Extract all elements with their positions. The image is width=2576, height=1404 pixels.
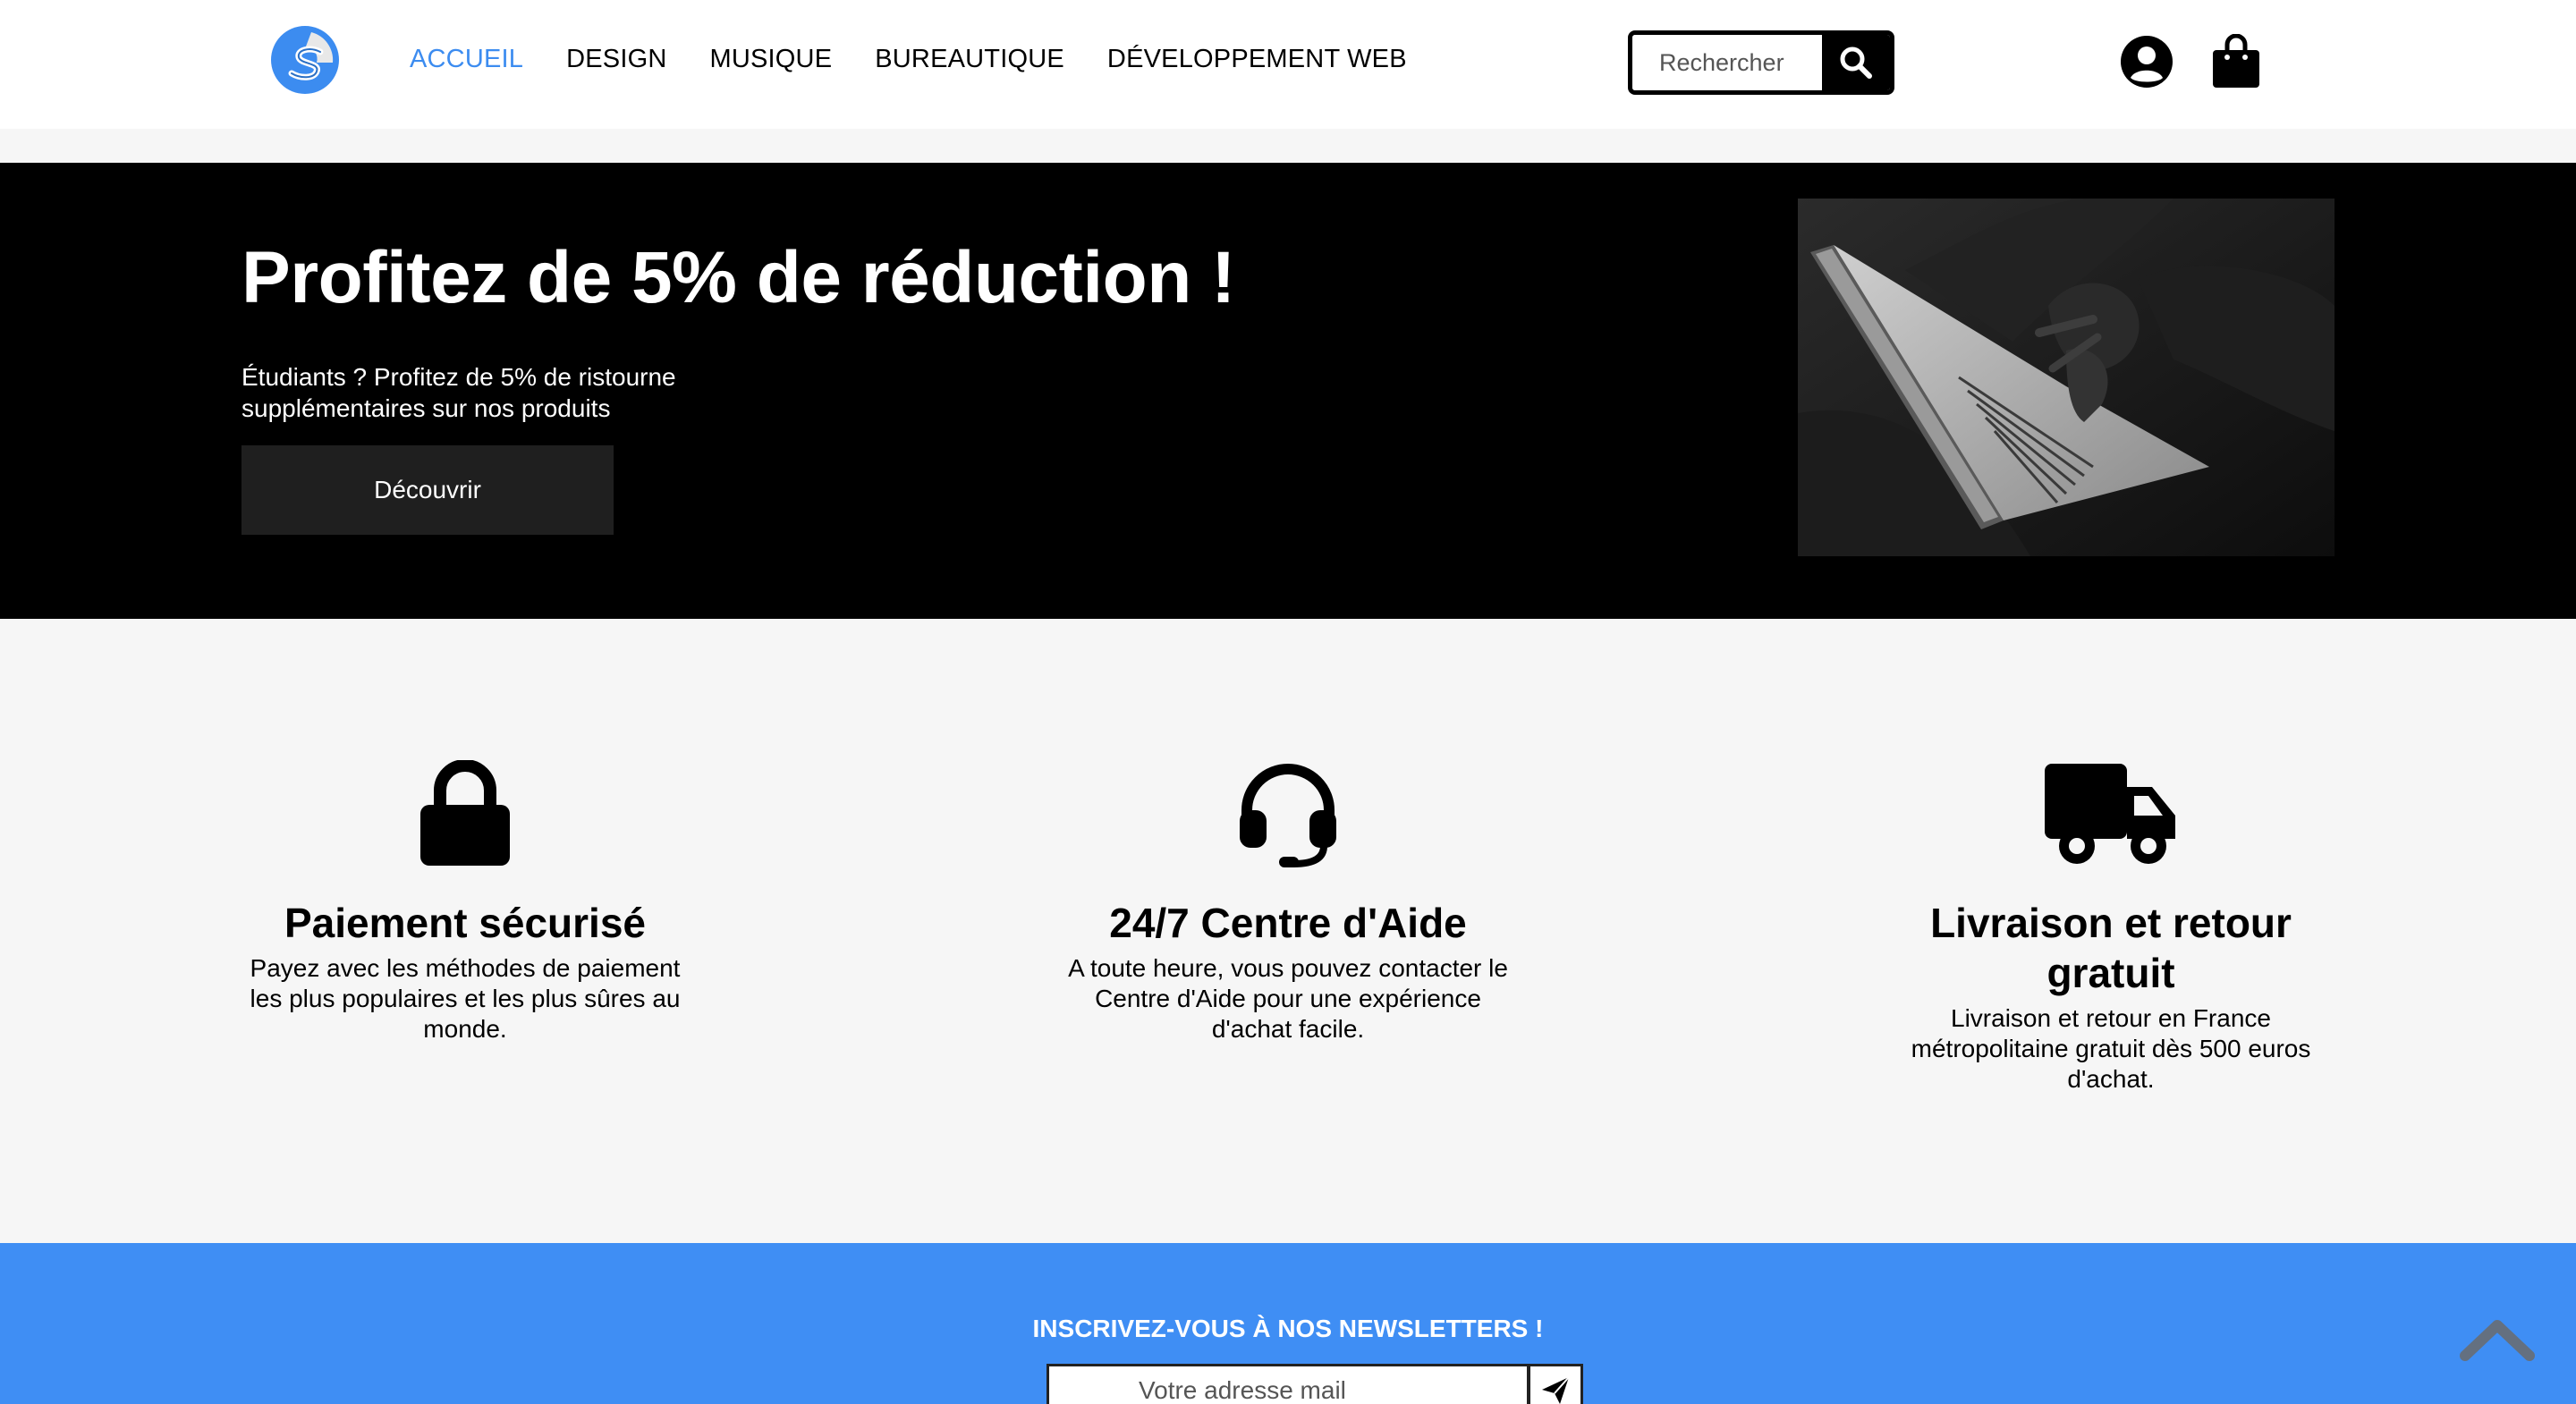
headset-icon [1240,764,1336,867]
site-logo[interactable] [270,25,340,95]
shopping-bag-icon[interactable] [2213,34,2259,88]
site-header: ACCUEIL DESIGN MUSIQUE BUREAUTIQUE DÉVEL… [0,0,2576,129]
promo-banner: Profitez de 5% de réduction ! Étudiants … [0,163,2576,619]
search-input[interactable] [1632,35,1827,90]
newsletter-title: INSCRIVEZ-VOUS À NOS NEWSLETTERS ! [1032,1315,1544,1342]
newsletter-submit-button[interactable] [1530,1364,1583,1404]
nav-item-musique[interactable]: MUSIQUE [710,45,833,74]
search-icon [1840,47,1872,79]
nav-item-accueil[interactable]: ACCUEIL [410,45,523,74]
user-circle-icon[interactable] [2121,36,2173,88]
newsletter-email-input[interactable] [1046,1364,1530,1404]
promo-title: Profitez de 5% de réduction ! [242,237,1235,318]
feature-help-center: 24/7 Centre d'Aide A toute heure, vous p… [1055,760,1521,1045]
nav-item-bureautique[interactable]: BUREAUTIQUE [875,45,1064,74]
chevron-up-icon[interactable] [2460,1316,2535,1363]
feature-text: Payez avec les méthodes de paiement les … [250,954,681,1043]
feature-text: A toute heure, vous pouvez contacter le … [1068,954,1508,1043]
laptop-photo [1798,199,2334,556]
search-button[interactable] [1822,35,1890,90]
feature-free-delivery: Livraison et retour gratuit Livraison et… [1878,760,2343,1095]
newsletter-section: INSCRIVEZ-VOUS À NOS NEWSLETTERS ! [0,1243,2576,1404]
promo-text: Étudiants ? Profitez de 5% de ristourne … [242,363,676,422]
feature-text: Livraison et retour en France métropolit… [1911,1004,2311,1093]
lock-icon [420,760,510,866]
feature-secure-payment: Paiement sécurisé Payez avec les méthode… [233,760,698,1045]
truck-icon [2045,764,2175,864]
main-nav: ACCUEIL DESIGN MUSIQUE BUREAUTIQUE DÉVEL… [410,45,1407,74]
search-box [1628,30,1894,95]
send-icon [1542,1376,1570,1404]
discover-button[interactable]: Découvrir [242,445,614,535]
feature-title: 24/7 Centre d'Aide [1109,900,1467,946]
feature-title: Paiement sécurisé [284,900,646,946]
nav-item-design[interactable]: DESIGN [566,45,666,74]
features-section: Paiement sécurisé Payez avec les méthode… [0,619,2576,1243]
feature-title: Livraison et retour gratuit [1930,900,2292,996]
nav-item-developpement-web[interactable]: DÉVELOPPEMENT WEB [1107,45,1407,74]
